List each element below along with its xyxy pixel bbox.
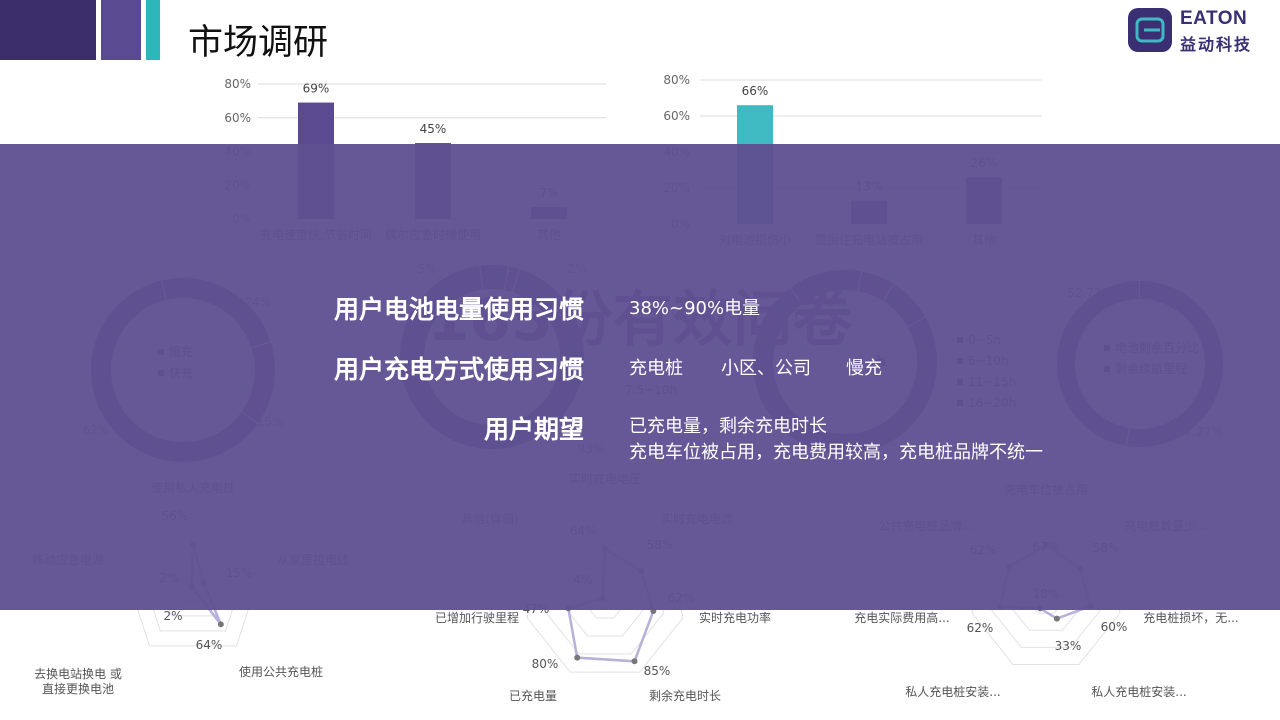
radar-2-axis-label: 剩余充电时长 <box>649 688 721 703</box>
radar-2-axis-label: 实时充电功率 <box>699 610 771 625</box>
radar-1-axis-label: 去换电站换电 或 <box>34 667 122 681</box>
radar-3-axis-label: 充电实际费用高... <box>854 610 949 625</box>
summary-value-charging-place: 小区、公司 <box>721 358 811 379</box>
bar-chart-2-ytick: 80% <box>663 73 690 87</box>
summary-label-expectation: 用户期望 <box>483 415 584 444</box>
summary-overlay: 用户电池电量使用习惯 38%~90%电量 用户充电方式使用习惯 充电桩 小区、公… <box>0 144 1280 610</box>
radar-3-value-label: 60% <box>1101 620 1128 634</box>
radar-3-axis-label: 私人充电桩安装... <box>905 684 1000 699</box>
radar-3-axis-label: 充电桩损坏，无... <box>1143 610 1238 625</box>
radar-1-value-label: 64% <box>196 638 223 652</box>
summary-label-charging-habit: 用户充电方式使用习惯 <box>333 355 584 384</box>
radar-2-value-label: 85% <box>644 664 671 678</box>
radar-3-value-label: 33% <box>1055 639 1082 653</box>
radar-2-axis-label: 已增加行驶里程 <box>435 610 519 625</box>
radar-1-point <box>217 621 224 628</box>
summary-value-charging-speed: 慢充 <box>846 358 882 379</box>
summary-value-battery-habit: 38%~90%电量 <box>629 298 761 319</box>
radar-1-axis-label: 使用公共充电桩 <box>239 664 323 679</box>
radar-3-point <box>1053 615 1060 622</box>
radar-2-axis-label: 已充电量 <box>509 688 557 703</box>
summary-label-battery-habit: 用户电池电量使用习惯 <box>333 295 584 324</box>
radar-2-point <box>631 658 638 665</box>
summary-value-expectation-1: 已充电量，剩余充电时长 <box>629 416 827 437</box>
summary-value-charging-pile: 充电桩 <box>629 358 683 379</box>
bar-chart-1-value-label: 45% <box>420 122 447 136</box>
radar-1-value-label: 2% <box>163 609 182 623</box>
radar-2-value-label: 80% <box>532 657 559 671</box>
bar-chart-1-ytick: 80% <box>224 77 251 91</box>
radar-3-axis-label: 私人充电桩安装... <box>1091 684 1186 699</box>
bar-chart-1-value-label: 69% <box>303 82 330 96</box>
radar-2-point <box>574 654 581 661</box>
bar-chart-2-value-label: 66% <box>742 84 769 98</box>
radar-3-value-label: 62% <box>967 621 994 635</box>
summary-value-expectation-2: 充电车位被占用，充电费用较高，充电桩品牌不统一 <box>629 442 1043 463</box>
radar-1-axis-label: 直接更换电池 <box>42 681 114 696</box>
bar-chart-1-ytick: 60% <box>224 111 251 125</box>
bar-chart-2-ytick: 60% <box>663 109 690 123</box>
